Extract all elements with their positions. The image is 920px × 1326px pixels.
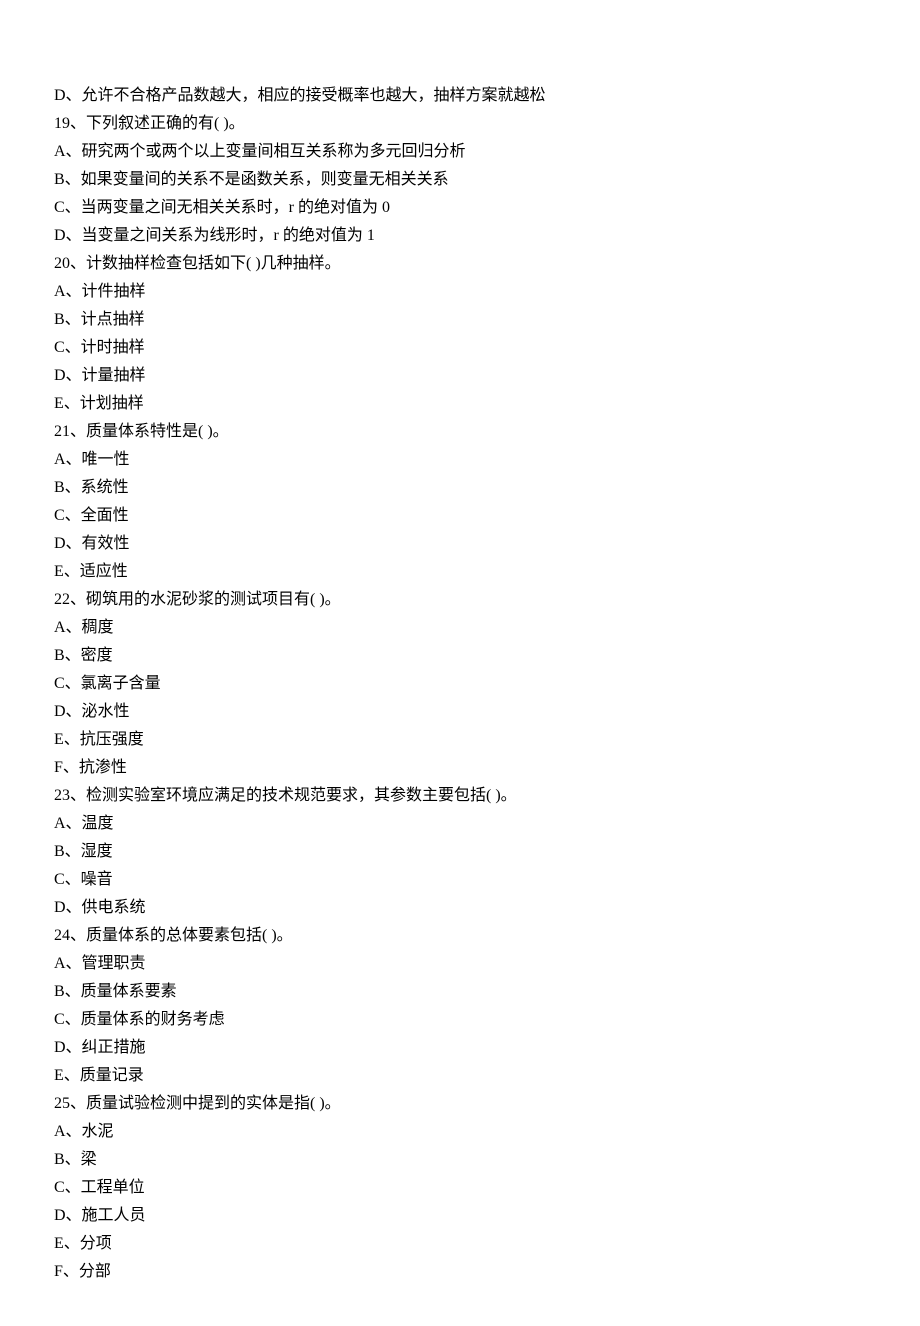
text-line: E、计划抽样 bbox=[54, 390, 866, 418]
text-line: E、分项 bbox=[54, 1230, 866, 1258]
text-line: A、稠度 bbox=[54, 614, 866, 642]
text-line: 22、砌筑用的水泥砂浆的测试项目有( )。 bbox=[54, 586, 866, 614]
text-line: B、湿度 bbox=[54, 838, 866, 866]
text-line: C、全面性 bbox=[54, 502, 866, 530]
document-page: D、允许不合格产品数越大，相应的接受概率也越大，抽样方案就越松 19、下列叙述正… bbox=[0, 0, 920, 1326]
text-line: C、计时抽样 bbox=[54, 334, 866, 362]
text-line: D、纠正措施 bbox=[54, 1034, 866, 1062]
text-line: E、抗压强度 bbox=[54, 726, 866, 754]
text-line: D、允许不合格产品数越大，相应的接受概率也越大，抽样方案就越松 bbox=[54, 82, 866, 110]
text-line: C、噪音 bbox=[54, 866, 866, 894]
text-line: 19、下列叙述正确的有( )。 bbox=[54, 110, 866, 138]
text-line: A、温度 bbox=[54, 810, 866, 838]
text-line: A、管理职责 bbox=[54, 950, 866, 978]
text-line: D、计量抽样 bbox=[54, 362, 866, 390]
text-line: C、当两变量之间无相关关系时，r 的绝对值为 0 bbox=[54, 194, 866, 222]
text-line: F、分部 bbox=[54, 1258, 866, 1286]
text-line: B、系统性 bbox=[54, 474, 866, 502]
text-line: E、适应性 bbox=[54, 558, 866, 586]
text-line: B、计点抽样 bbox=[54, 306, 866, 334]
text-line: D、供电系统 bbox=[54, 894, 866, 922]
text-line: 20、计数抽样检查包括如下( )几种抽样。 bbox=[54, 250, 866, 278]
text-line: A、水泥 bbox=[54, 1118, 866, 1146]
text-line: C、工程单位 bbox=[54, 1174, 866, 1202]
text-line: A、研究两个或两个以上变量间相互关系称为多元回归分析 bbox=[54, 138, 866, 166]
text-line: B、密度 bbox=[54, 642, 866, 670]
text-line: D、当变量之间关系为线形时，r 的绝对值为 1 bbox=[54, 222, 866, 250]
text-line: C、质量体系的财务考虑 bbox=[54, 1006, 866, 1034]
text-line: 25、质量试验检测中提到的实体是指( )。 bbox=[54, 1090, 866, 1118]
text-line: B、如果变量间的关系不是函数关系，则变量无相关关系 bbox=[54, 166, 866, 194]
text-line: 24、质量体系的总体要素包括( )。 bbox=[54, 922, 866, 950]
text-line: 23、检测实验室环境应满足的技术规范要求，其参数主要包括( )。 bbox=[54, 782, 866, 810]
text-line: 21、质量体系特性是( )。 bbox=[54, 418, 866, 446]
text-line: D、泌水性 bbox=[54, 698, 866, 726]
text-line: D、施工人员 bbox=[54, 1202, 866, 1230]
text-line: E、质量记录 bbox=[54, 1062, 866, 1090]
text-line: B、质量体系要素 bbox=[54, 978, 866, 1006]
text-line: C、氯离子含量 bbox=[54, 670, 866, 698]
text-line: A、唯一性 bbox=[54, 446, 866, 474]
text-line: D、有效性 bbox=[54, 530, 866, 558]
text-line: F、抗渗性 bbox=[54, 754, 866, 782]
text-line: A、计件抽样 bbox=[54, 278, 866, 306]
text-line: B、梁 bbox=[54, 1146, 866, 1174]
